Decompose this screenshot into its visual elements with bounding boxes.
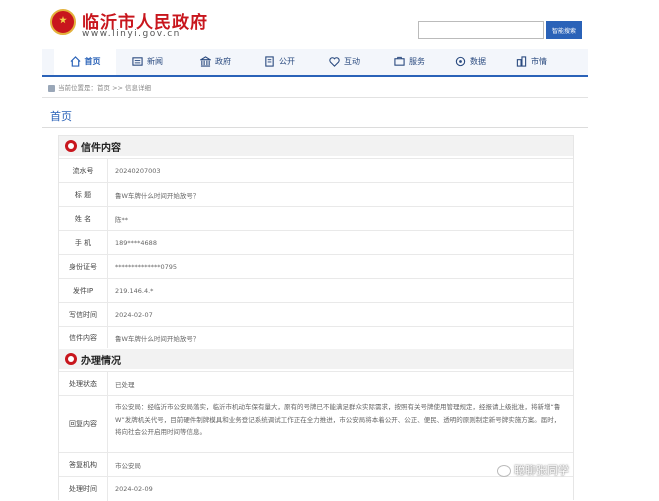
row-value: 市公安局 xyxy=(115,461,141,470)
breadcrumb: 当前位置是：首页 >> 信息详细 xyxy=(48,82,151,92)
nav-item-government[interactable]: 政府 xyxy=(200,49,231,75)
interaction-icon xyxy=(329,57,340,67)
divider xyxy=(42,127,588,128)
national-emblem-icon xyxy=(50,9,76,35)
government-icon xyxy=(200,56,211,67)
nav-label: 服务 xyxy=(409,57,425,66)
row-label: 姓 名 xyxy=(59,207,108,230)
site-url: www.linyi.gov.cn xyxy=(82,29,181,39)
table-row: 信件内容 鲁W车牌什么时间开始放号？ xyxy=(59,326,573,348)
section-title-text: 信件内容 xyxy=(81,143,121,154)
row-value: 鲁W车牌什么时间开始放号？ xyxy=(115,334,200,343)
watermark-text: 聪聊张同学 xyxy=(514,464,569,477)
row-label: 答复机构 xyxy=(59,453,108,476)
row-value: 已处理 xyxy=(115,380,135,389)
data-icon xyxy=(455,56,466,67)
nav-item-data[interactable]: 数据 xyxy=(455,49,486,75)
letter-detail-panel: 信件内容 流水号 20240207003 标 题 鲁W车牌什么时间开始放号？ 姓… xyxy=(58,135,574,501)
row-label: 发件IP xyxy=(59,279,108,302)
reply-content: 市公安局：经临沂市公安局落实，临沂市机动车保有量大，原有的号牌已不能满足群众实际… xyxy=(115,403,561,436)
row-label: 手 机 xyxy=(59,231,108,254)
row-value: **************0795 xyxy=(115,262,178,271)
page: 临沂市人民政府 www.linyi.gov.cn 智能搜索 首页 新闻 政府 公… xyxy=(42,0,588,501)
table-row: 流水号 20240207003 xyxy=(59,158,573,182)
section-title-text: 办理情况 xyxy=(81,356,121,367)
table-row: 处理状态 已处理 xyxy=(59,371,573,395)
table-row: 写信时间 2024-02-07 xyxy=(59,302,573,326)
row-value: 陈** xyxy=(115,215,128,224)
service-icon xyxy=(394,56,405,66)
divider xyxy=(42,97,588,98)
watermark: 聪聊张同学 xyxy=(497,462,569,478)
nav-item-interaction[interactable]: 互动 xyxy=(329,49,360,75)
row-label: 标 题 xyxy=(59,183,108,206)
nav-item-news[interactable]: 新闻 xyxy=(132,49,163,75)
nav-label: 公开 xyxy=(279,57,295,66)
nav-label: 数据 xyxy=(470,57,486,66)
row-value: 20240207003 xyxy=(115,166,161,175)
row-value: 189****4688 xyxy=(115,238,157,247)
table-row: 答复机构 市公安局 xyxy=(59,452,573,476)
nav-item-home[interactable]: 首页 xyxy=(54,49,116,75)
breadcrumb-prefix: 当前位置是： xyxy=(58,84,97,92)
row-label: 处理状态 xyxy=(59,372,108,395)
nav-label: 新闻 xyxy=(147,57,163,66)
weibo-icon xyxy=(497,465,511,477)
nav-label: 政府 xyxy=(215,57,231,66)
nav-label: 互动 xyxy=(344,57,360,66)
row-label: 回复内容 xyxy=(59,396,108,452)
nav-item-open[interactable]: 公开 xyxy=(264,49,295,75)
city-icon xyxy=(516,56,527,67)
search-button[interactable]: 智能搜索 xyxy=(546,21,582,39)
row-value: 219.146.4.* xyxy=(115,286,154,295)
table-row: 标 题 鲁W车牌什么时间开始放号？ xyxy=(59,182,573,206)
home-icon xyxy=(69,56,81,67)
location-icon xyxy=(48,84,55,92)
row-label: 身份证号 xyxy=(59,255,108,278)
row-label: 信件内容 xyxy=(59,327,108,348)
row-label: 处理时间 xyxy=(59,477,108,501)
row-label: 写信时间 xyxy=(59,303,108,326)
section-title-handling: 办理情况 xyxy=(59,349,573,369)
row-value: 鲁W车牌什么时间开始放号？ xyxy=(115,191,200,200)
nav-item-service[interactable]: 服务 xyxy=(394,49,425,75)
table-row: 发件IP 219.146.4.* xyxy=(59,278,573,302)
nav-item-city[interactable]: 市情 xyxy=(516,49,547,75)
table-row: 处理时间 2024-02-09 xyxy=(59,476,573,501)
row-value: 2024-02-07 xyxy=(115,310,153,319)
section-bullet-icon xyxy=(65,353,77,365)
table-row: 手 机 189****4688 xyxy=(59,230,573,254)
site-header: 临沂市人民政府 www.linyi.gov.cn 智能搜索 xyxy=(42,0,588,46)
row-label: 流水号 xyxy=(59,159,108,182)
search-input[interactable] xyxy=(418,21,544,39)
row-value: 2024-02-09 xyxy=(115,485,153,493)
document-icon xyxy=(265,56,274,67)
table-row: 身份证号 **************0795 xyxy=(59,254,573,278)
nav-label: 首页 xyxy=(84,57,101,66)
main-nav: 首页 新闻 政府 公开 互动 服务 数据 市情 xyxy=(42,49,588,77)
section-title-letter: 信件内容 xyxy=(59,136,573,156)
page-heading[interactable]: 首页 xyxy=(50,108,72,124)
nav-label: 市情 xyxy=(531,57,547,66)
table-row: 回复内容 市公安局：经临沂市公安局落实，临沂市机动车保有量大，原有的号牌已不能满… xyxy=(59,395,573,452)
news-icon xyxy=(132,57,143,66)
section-bullet-icon xyxy=(65,140,77,152)
breadcrumb-path[interactable]: 首页 >> 信息详细 xyxy=(97,84,151,92)
table-row: 姓 名 陈** xyxy=(59,206,573,230)
